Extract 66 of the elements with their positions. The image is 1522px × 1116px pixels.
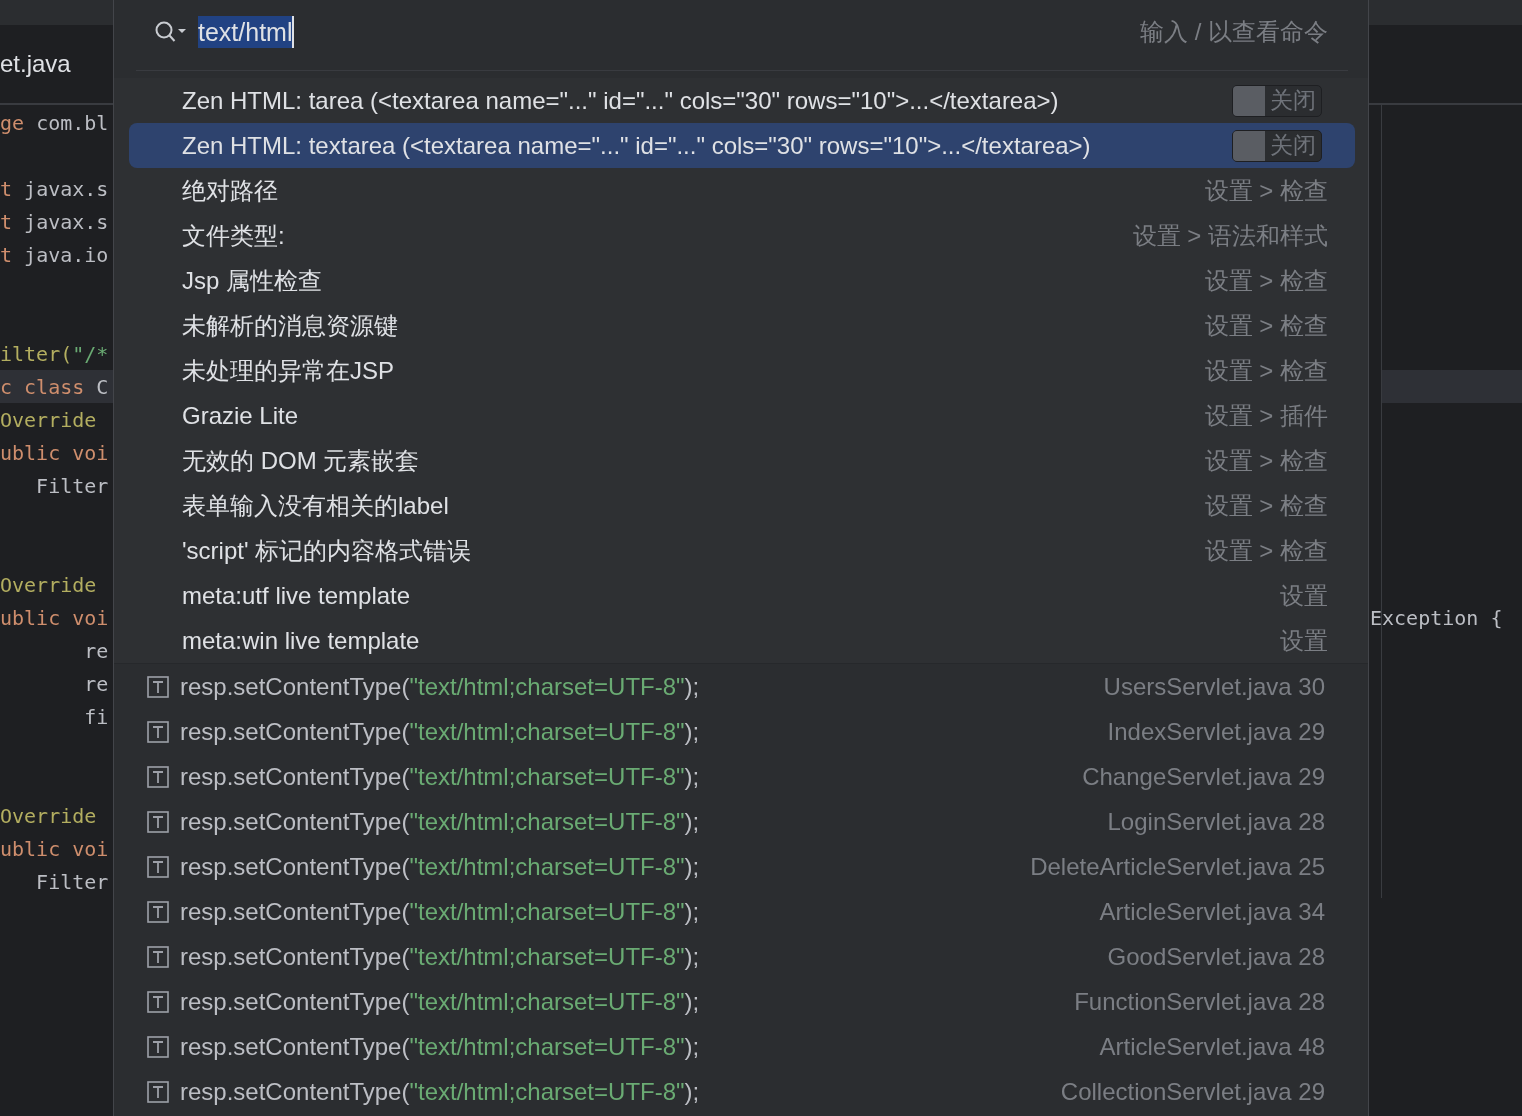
settings-path: 设置 > 检查 <box>1204 490 1328 521</box>
code-line-text: ublic voi <box>0 605 109 630</box>
code-line-text: ublic voi <box>0 836 109 861</box>
action-item[interactable]: Zen HTML: textarea (<textarea name="..." id="..." cols="30" rows="10">...</textarea>) 关闭 <box>129 123 1355 168</box>
text-icon <box>147 675 169 698</box>
code-line-text: Override <box>0 572 97 597</box>
usage-item[interactable]: resp.setContentType("text/html;charset=UTF-8"); LoginServlet.java 28 <box>114 799 1368 844</box>
code-line-text: t java.io. <box>0 242 113 267</box>
code-line-text: Override <box>0 407 97 432</box>
search-icon[interactable] <box>154 20 188 44</box>
text-icon <box>147 900 169 923</box>
text-icon <box>147 810 169 833</box>
code-line-text: Filter. <box>35 473 113 498</box>
settings-path: 设置 > 检查 <box>1204 355 1328 386</box>
settings-path: 设置 > 检查 <box>1204 175 1328 206</box>
code-line-text: c class C <box>0 374 109 399</box>
code-line-text: Exception { <box>1370 605 1503 630</box>
text-icon <box>147 720 169 743</box>
usage-item[interactable]: resp.setContentType("text/html;charset=UTF-8"); ArticleServlet.java 48 <box>114 1024 1368 1069</box>
usage-item[interactable]: resp.setContentType("text/html;charset=UTF-8"); UsersServlet.java 30 <box>114 664 1368 709</box>
usage-item[interactable]: resp.setContentType("text/html;charset=UTF-8"); ChangeServlet.java 29 <box>114 754 1368 799</box>
action-item[interactable]: meta:utf live template 设置 <box>129 573 1355 618</box>
search-field[interactable]: text/html <box>198 17 295 47</box>
code-line-text: Override <box>0 803 97 828</box>
code-line-text: ublic voi <box>0 440 109 465</box>
action-item[interactable]: Grazie Lite 设置 > 插件 <box>129 393 1355 438</box>
settings-path: 设置 > 检查 <box>1204 445 1328 476</box>
usage-item[interactable]: resp.setContentType("text/html;charset=UTF-8"); FunctionServlet.java 28 <box>114 979 1368 1024</box>
text-icon <box>147 765 169 788</box>
usage-item[interactable]: resp.setContentType("text/html;charset=UTF-8"); CollectionServlet.java 29 <box>114 1069 1368 1114</box>
code-line-text: re <box>83 638 109 663</box>
text-icon <box>147 1080 169 1103</box>
usage-item[interactable]: resp.setContentType("text/html;charset=UTF-8"); GoodServlet.java 28 <box>114 934 1368 979</box>
code-line-text: fi <box>83 704 109 729</box>
usage-item[interactable]: resp.setContentType("text/html;charset=UTF-8"); IndexServlet.java 29 <box>114 709 1368 754</box>
code-line-text: ge com.bl <box>0 110 109 135</box>
usage-item[interactable]: resp.setContentType("text/html;charset=UTF-8"); DeleteArticleServlet.java 25 <box>114 844 1368 889</box>
action-item[interactable]: 无效的 DOM 元素嵌套 设置 > 检查 <box>129 438 1355 483</box>
editor-tab[interactable]: et.java <box>0 50 71 78</box>
settings-path: 设置 > 语法和样式 <box>1132 220 1328 251</box>
code-line-text: re <box>83 671 109 696</box>
action-item[interactable]: 未处理的异常在JSP 设置 > 检查 <box>129 348 1355 393</box>
text-icon <box>147 990 169 1013</box>
usage-item[interactable]: resp.setContentType("text/html;charset=UTF-8"); ArticleServlet.java 34 <box>114 889 1368 934</box>
action-item[interactable]: Zen HTML: tarea (<textarea name="..." id="..." cols="30" rows="10">...</textarea>) 关闭 <box>129 78 1355 123</box>
code-line-text: t javax.s <box>0 209 109 234</box>
action-item[interactable]: Jsp 属性检查 设置 > 检查 <box>129 258 1355 303</box>
settings-path: 设置 > 检查 <box>1204 265 1328 296</box>
action-item[interactable]: 未解析的消息资源键 设置 > 检查 <box>129 303 1355 348</box>
settings-path: 设置 <box>1280 580 1328 611</box>
action-item[interactable]: 绝对路径 设置 > 检查 <box>129 168 1355 213</box>
settings-path: 设置 > 检查 <box>1204 535 1328 566</box>
code-line-text: t javax.s <box>0 176 109 201</box>
text-icon <box>147 855 169 878</box>
action-item[interactable]: 表单输入没有相关的label 设置 > 检查 <box>129 483 1355 528</box>
settings-path: 设置 <box>1280 625 1328 656</box>
action-item[interactable]: 'script' 标记的内容格式错误 设置 > 检查 <box>129 528 1355 573</box>
hint-text: 输入 / 以查看命令 <box>1140 17 1328 47</box>
text-icon <box>147 1035 169 1058</box>
settings-path: 设置 > 插件 <box>1204 400 1328 431</box>
action-item[interactable]: 文件类型: 设置 > 语法和样式 <box>129 213 1355 258</box>
action-item[interactable]: meta:win live template 设置 <box>129 618 1355 663</box>
settings-path: 设置 > 检查 <box>1204 310 1328 341</box>
code-line-text: Filter. <box>35 869 113 894</box>
code-line-text: ilter("/* <box>0 341 109 366</box>
text-icon <box>147 945 169 968</box>
